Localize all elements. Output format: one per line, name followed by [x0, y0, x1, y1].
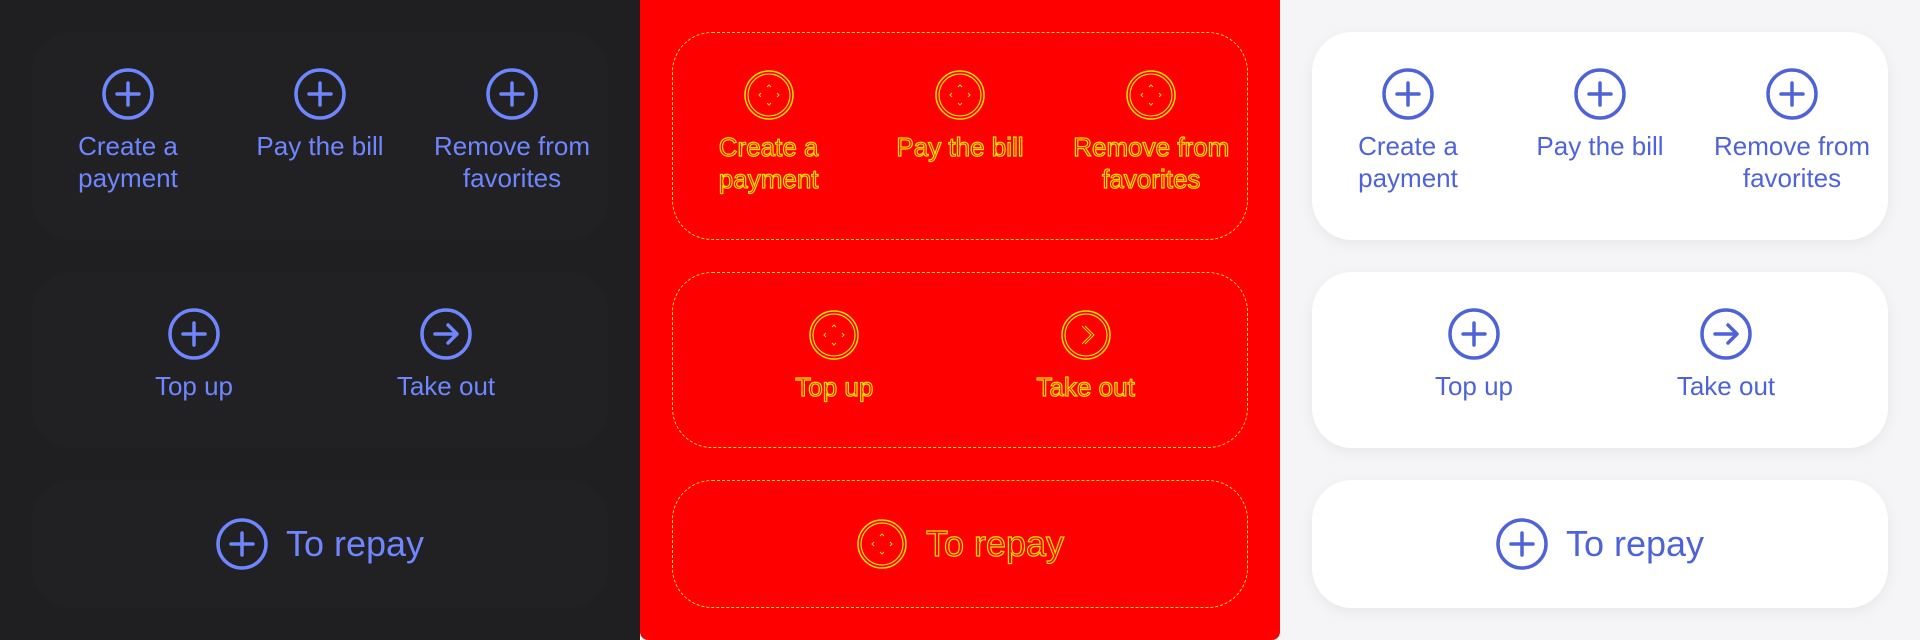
top-up-label: Top up — [154, 371, 234, 401]
outline-debug-panel: Create a payment Pay the bill Remove fro… — [640, 0, 1280, 640]
balance-actions-card: Top up Take out — [672, 272, 1248, 448]
remove-from-favorites-button[interactable]: Remove from favorites — [1702, 68, 1882, 194]
balance-actions-card: Top up Take out — [32, 272, 608, 448]
plus-circle-icon — [743, 69, 795, 121]
remove-from-favorites-label: Remove from favorites — [1073, 131, 1230, 194]
to-repay-label: To repay — [925, 523, 1065, 564]
plus-circle-icon — [102, 68, 154, 120]
top-up-label: Top up — [795, 371, 874, 402]
repay-card: To repay — [1312, 480, 1888, 608]
top-up-button[interactable]: Top up — [744, 309, 924, 403]
take-out-label: Take out — [396, 371, 496, 401]
top-up-button[interactable]: Top up — [104, 308, 284, 402]
pay-bill-button[interactable]: Pay the bill — [230, 68, 410, 162]
to-repay-button[interactable]: To repay — [32, 480, 608, 608]
plus-circle-icon — [1496, 518, 1548, 570]
remove-from-favorites-label: Remove from favorites — [1713, 131, 1871, 193]
light-theme-panel: Create a payment Pay the bill Remove fro… — [1280, 0, 1920, 640]
balance-actions-card: Top up Take out — [1312, 272, 1888, 448]
plus-circle-icon — [168, 308, 220, 360]
arrow-right-circle-icon — [1060, 309, 1112, 361]
top-up-button[interactable]: Top up — [1384, 308, 1564, 402]
pay-bill-button[interactable]: Pay the bill — [1510, 68, 1690, 162]
plus-circle-icon — [486, 68, 538, 120]
create-payment-label: Create a payment — [718, 131, 819, 194]
quick-actions-card: Create a payment Pay the bill Remove fro… — [32, 32, 608, 240]
arrow-right-circle-icon — [420, 308, 472, 360]
repay-card: To repay — [32, 480, 608, 608]
remove-from-favorites-button[interactable]: Remove from favorites — [422, 68, 602, 194]
create-payment-label: Create a payment — [78, 131, 178, 193]
plus-circle-icon — [1125, 69, 1177, 121]
repay-card: To repay — [672, 480, 1248, 608]
to-repay-button[interactable]: To repay — [673, 481, 1247, 607]
remove-from-favorites-button[interactable]: Remove from favorites — [1061, 69, 1241, 195]
plus-circle-icon — [934, 69, 986, 121]
quick-actions-card: Create a payment Pay the bill Remove fro… — [672, 32, 1248, 240]
plus-circle-icon — [808, 309, 860, 361]
plus-circle-icon — [856, 518, 908, 570]
to-repay-button[interactable]: To repay — [1312, 480, 1888, 608]
take-out-label: Take out — [1036, 371, 1136, 402]
pay-bill-button[interactable]: Pay the bill — [870, 69, 1050, 163]
take-out-button[interactable]: Take out — [996, 309, 1176, 403]
create-payment-button[interactable]: Create a payment — [38, 68, 218, 194]
plus-circle-icon — [1766, 68, 1818, 120]
arrow-right-circle-icon — [1700, 308, 1752, 360]
plus-circle-icon — [1574, 68, 1626, 120]
take-out-label: Take out — [1676, 371, 1776, 401]
plus-circle-icon — [294, 68, 346, 120]
top-up-label: Top up — [1434, 371, 1514, 401]
plus-circle-icon — [1382, 68, 1434, 120]
create-payment-label: Create a payment — [1358, 131, 1458, 193]
pay-bill-label: Pay the bill — [256, 131, 384, 161]
to-repay-label: To repay — [1565, 523, 1705, 564]
take-out-button[interactable]: Take out — [356, 308, 536, 402]
plus-circle-icon — [216, 518, 268, 570]
create-payment-button[interactable]: Create a payment — [679, 69, 859, 195]
pay-bill-label: Pay the bill — [896, 131, 1024, 162]
quick-actions-card: Create a payment Pay the bill Remove fro… — [1312, 32, 1888, 240]
create-payment-button[interactable]: Create a payment — [1318, 68, 1498, 194]
remove-from-favorites-label: Remove from favorites — [433, 131, 591, 193]
plus-circle-icon — [1448, 308, 1500, 360]
pay-bill-label: Pay the bill — [1536, 131, 1664, 161]
to-repay-label: To repay — [285, 523, 425, 564]
screen-stage: Create a payment Pay the bill Remove fro… — [0, 0, 1920, 640]
take-out-button[interactable]: Take out — [1636, 308, 1816, 402]
dark-theme-panel: Create a payment Pay the bill Remove fro… — [0, 0, 640, 640]
